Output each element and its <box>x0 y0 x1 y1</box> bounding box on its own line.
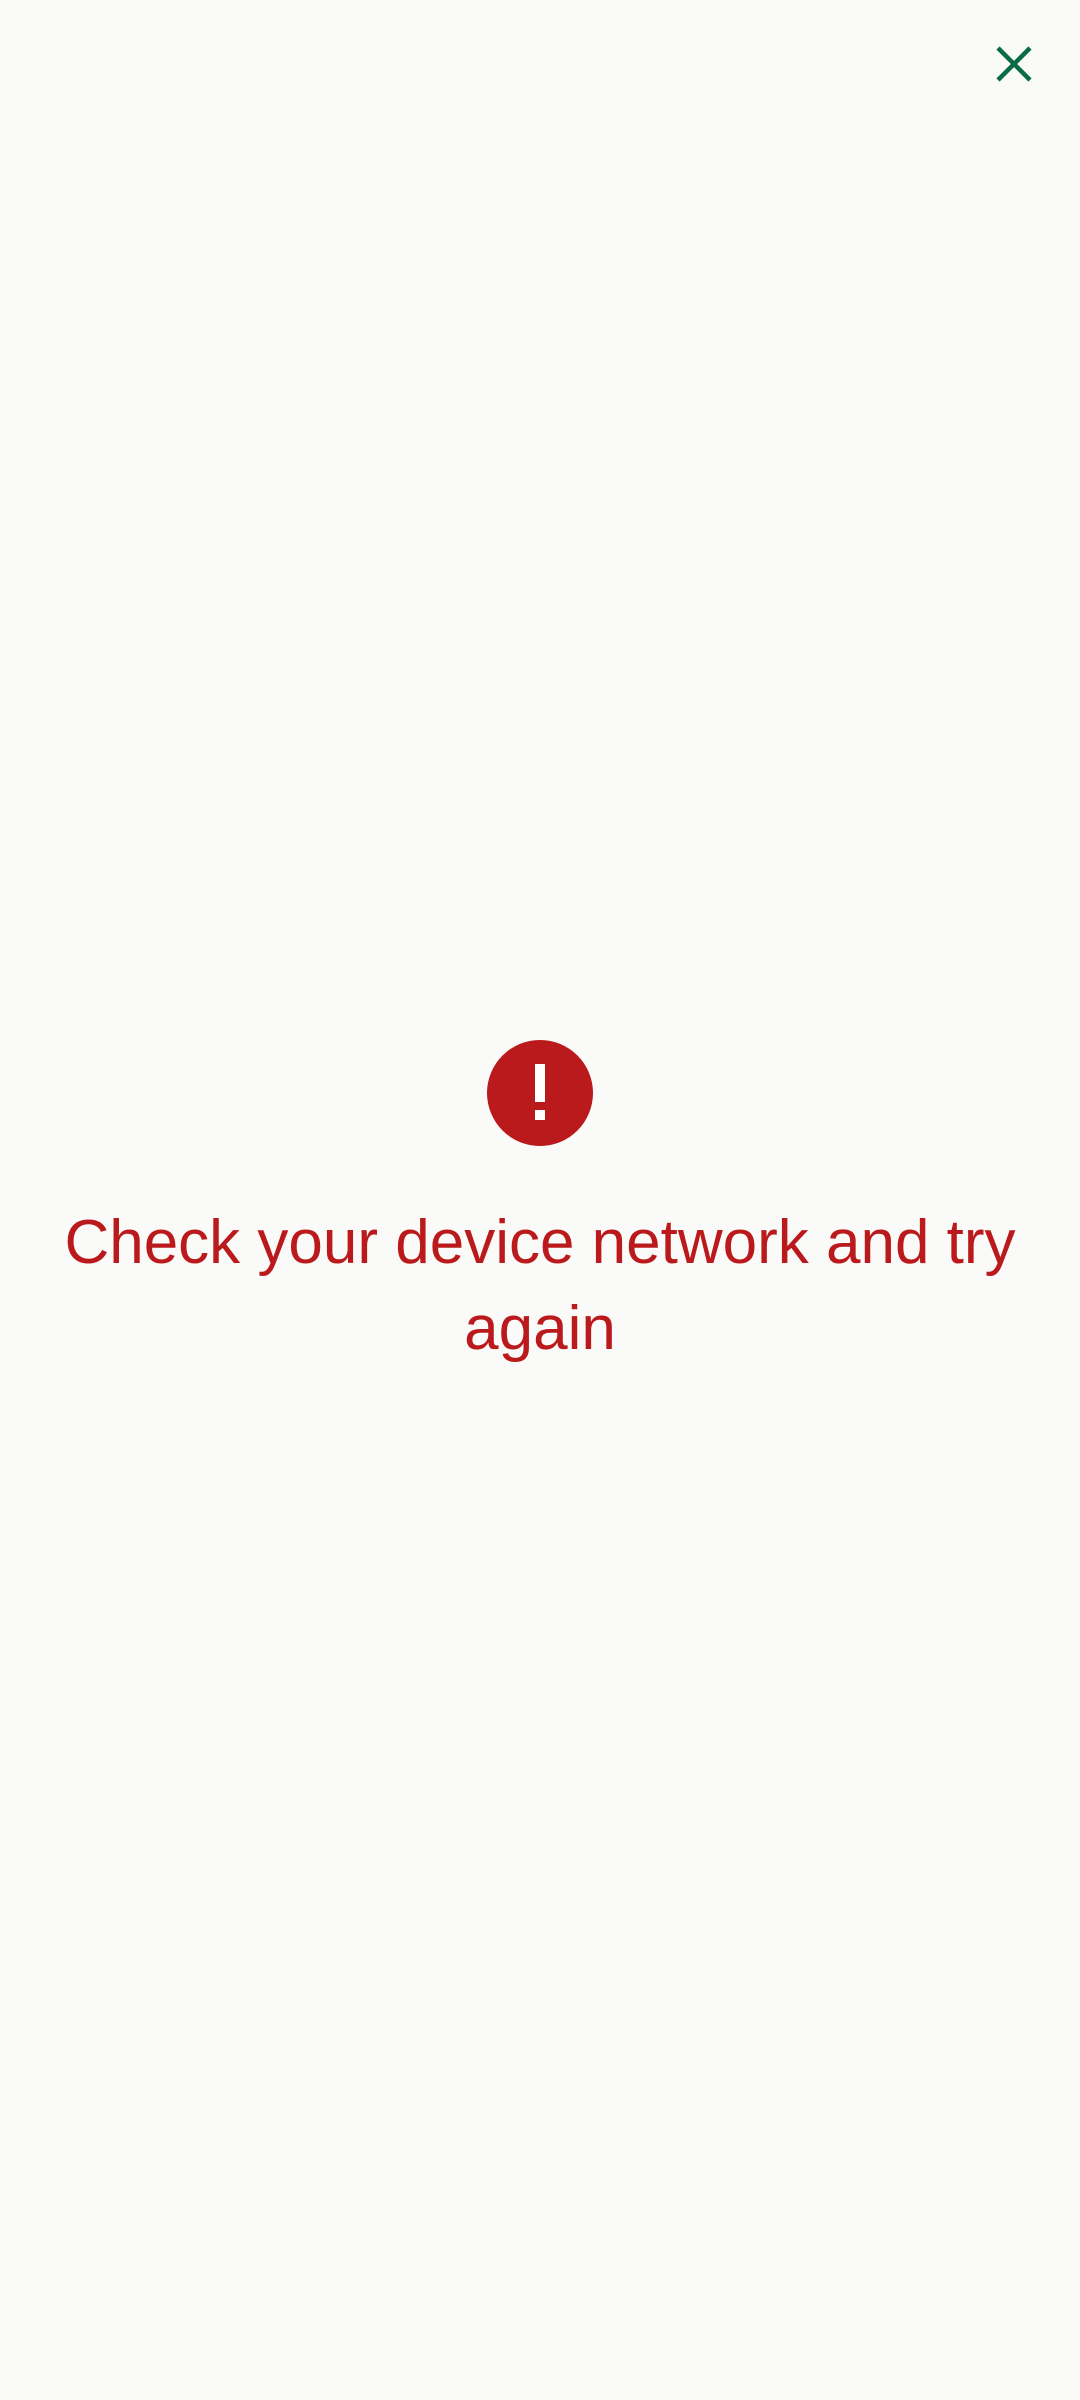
error-message: Check your device network and try again <box>64 1208 1016 1363</box>
close-button[interactable] <box>978 28 1050 100</box>
error-block: Check your device network and try again <box>0 1040 1080 1372</box>
error-screen: Check your device network and try again <box>0 0 1080 2400</box>
close-icon <box>992 42 1036 86</box>
error-exclamation-icon <box>487 1040 593 1146</box>
